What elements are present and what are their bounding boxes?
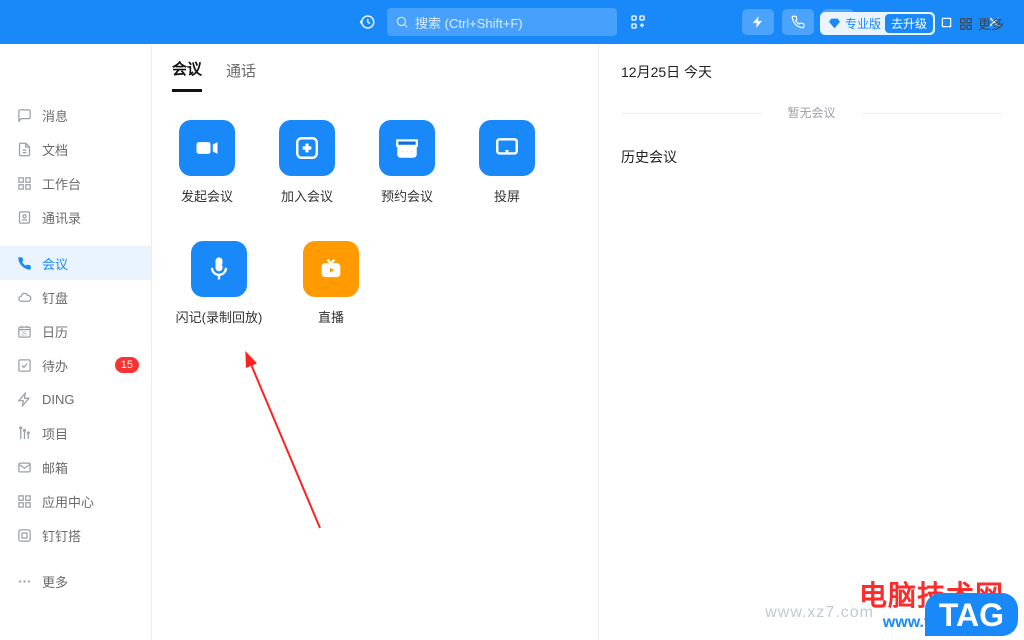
- tile-label: 加入会议: [281, 186, 333, 205]
- sidebar-item-label: 邮箱: [42, 458, 68, 477]
- watermark-tag: TAG: [925, 593, 1018, 636]
- tile-cast[interactable]: 投屏: [464, 120, 550, 205]
- sidebar-item-more[interactable]: 更多: [0, 564, 151, 598]
- sidebar-item-label: 会议: [42, 254, 68, 273]
- sidebar-item-label: 钉盘: [42, 288, 68, 307]
- project-icon: [16, 425, 32, 441]
- empty-meeting-text: 暂无会议: [621, 104, 1002, 121]
- sidebar-item-meeting[interactable]: 会议: [0, 246, 151, 280]
- watermark-faint: www.xz7.com: [765, 604, 874, 622]
- mic-recorder-icon: A: [191, 241, 247, 297]
- video-icon: [179, 120, 235, 176]
- sidebar-item-label: 通讯录: [42, 208, 81, 227]
- mail-icon: [16, 459, 32, 475]
- apps-icon: [16, 493, 32, 509]
- grid-icon: [16, 175, 32, 191]
- search-input[interactable]: 搜索 (Ctrl+Shift+F): [387, 8, 617, 36]
- sidebar-item-label: DING: [42, 392, 75, 407]
- sidebar-item-todo[interactable]: 待办 15: [0, 348, 151, 382]
- contacts-icon: [16, 209, 32, 225]
- todo-badge: 15: [115, 357, 139, 373]
- live-icon: [303, 241, 359, 297]
- cast-icon: [479, 120, 535, 176]
- sidebar-item-projects[interactable]: 项目: [0, 416, 151, 450]
- tile-label: 投屏: [494, 186, 520, 205]
- bolt-icon: [16, 391, 32, 407]
- tile-join-meeting[interactable]: 加入会议: [264, 120, 350, 205]
- cloud-icon: [16, 289, 32, 305]
- tile-label: 闪记(录制回放): [176, 307, 263, 326]
- builder-icon: [16, 527, 32, 543]
- sidebar-item-label: 项目: [42, 424, 68, 443]
- sidebar-item-label: 应用中心: [42, 492, 94, 511]
- sidebar-item-label: 更多: [42, 572, 68, 591]
- sidebar-item-label: 待办: [42, 356, 68, 375]
- tile-flash-record[interactable]: A 闪记(录制回放): [164, 241, 274, 326]
- sidebar-item-mail[interactable]: 邮箱: [0, 450, 151, 484]
- upgrade-button[interactable]: 去升级: [885, 14, 933, 33]
- sidebar-item-builder[interactable]: 钉钉搭: [0, 518, 151, 552]
- svg-text:A: A: [221, 258, 228, 268]
- svg-text:25: 25: [21, 331, 27, 337]
- flash-button[interactable]: [742, 9, 774, 35]
- tile-start-meeting[interactable]: 发起会议: [164, 120, 250, 205]
- profile-area[interactable]: [0, 48, 151, 98]
- more-label: 更多: [978, 14, 1004, 33]
- sidebar-item-calendar[interactable]: 25 日历: [0, 314, 151, 348]
- sidebar-item-label: 文档: [42, 140, 68, 159]
- phone-icon: [16, 255, 32, 271]
- sidebar-item-ding[interactable]: DING: [0, 382, 151, 416]
- sidebar-item-messages[interactable]: 消息: [0, 98, 151, 132]
- sidebar-item-workbench[interactable]: 工作台: [0, 166, 151, 200]
- tile-label: 预约会议: [381, 186, 433, 205]
- history-icon[interactable]: [353, 8, 381, 36]
- apps-icon[interactable]: [623, 7, 653, 37]
- pro-label: 专业版: [845, 15, 881, 32]
- sidebar-item-label: 消息: [42, 106, 68, 125]
- sidebar-item-label: 工作台: [42, 174, 81, 193]
- sidebar-item-appcenter[interactable]: 应用中心: [0, 484, 151, 518]
- tile-schedule-meeting[interactable]: 预约会议: [364, 120, 450, 205]
- sidebar-item-label: 日历: [42, 322, 68, 341]
- more-icon: [16, 573, 32, 589]
- date-today: 12月25日 今天: [621, 62, 1002, 82]
- calendar-icon: 25: [16, 323, 32, 339]
- todo-icon: [16, 357, 32, 373]
- history-meetings-title: 历史会议: [621, 147, 1002, 167]
- more-button[interactable]: 更多: [959, 14, 1004, 33]
- sidebar-item-drive[interactable]: 钉盘: [0, 280, 151, 314]
- plus-icon: [279, 120, 335, 176]
- pro-badge[interactable]: 专业版 去升级: [820, 12, 935, 35]
- sidebar-item-docs[interactable]: 文档: [0, 132, 151, 166]
- sidebar-item-label: 钉钉搭: [42, 526, 81, 545]
- tile-label: 直播: [318, 307, 344, 326]
- tile-live[interactable]: 直播: [288, 241, 374, 326]
- chat-icon: [16, 107, 32, 123]
- tab-call[interactable]: 通话: [226, 60, 256, 91]
- search-placeholder: 搜索 (Ctrl+Shift+F): [415, 13, 523, 32]
- tile-label: 发起会议: [181, 186, 233, 205]
- schedule-icon: [379, 120, 435, 176]
- call-button[interactable]: [782, 9, 814, 35]
- diamond-icon: [828, 17, 841, 30]
- sidebar-item-contacts[interactable]: 通讯录: [0, 200, 151, 234]
- docs-icon: [16, 141, 32, 157]
- tab-meeting[interactable]: 会议: [172, 58, 202, 92]
